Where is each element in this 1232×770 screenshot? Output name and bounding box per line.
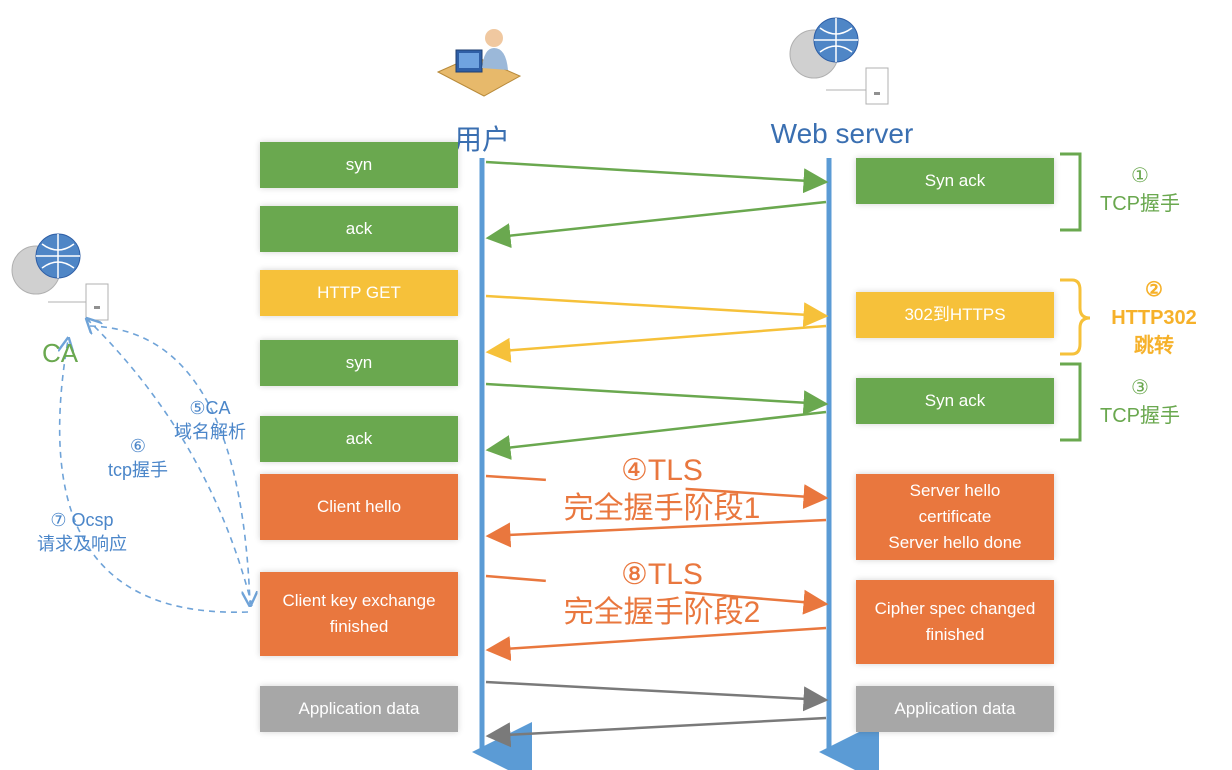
server-box-cipher-spec: Cipher spec changed finished [856,580,1054,664]
arrow-synack-2 [485,410,827,460]
server-box-302: 302到HTTPS [856,292,1054,338]
client-box-syn-1: syn [260,142,458,188]
ca-server-icon [11,233,109,321]
arrow-302 [485,324,827,363]
client-box-app-data: Application data [260,686,458,732]
bracket-tcp-2 [1060,362,1082,442]
phase-4-label: ④TLS 完全握手阶段1 [563,454,761,525]
server-label: Web server [770,118,914,149]
ca-label: CA [41,338,79,368]
ca-note-ocsp: ⑦ Ocsp 请求及响应 [37,510,127,554]
phase-8-label: ⑧TLS 完全握手阶段2 [563,558,761,629]
client-box-http-get: HTTP GET [260,270,458,316]
user-computer-icon [436,29,522,97]
server-box-synack-2: Syn ack [856,378,1054,424]
client-box-syn-2: syn [260,340,458,386]
arrow-app-data-in [485,716,827,748]
server-box-synack-1: Syn ack [856,158,1054,204]
client-box-ack-1: ack [260,206,458,252]
phase-2-label: ② HTTP302 跳转 [1111,279,1197,357]
arrow-syn-2 [485,382,829,416]
server-box-server-hello: Server hello certificate Server hello do… [856,474,1054,560]
bracket-tcp-1 [1060,152,1082,232]
arrow-http-get [485,294,829,328]
client-box-key-exchange: Client key exchange finished [260,572,458,656]
client-box-ack-2: ack [260,416,458,462]
ca-note-tcp: ⑥ tcp握手 [107,436,168,480]
phase-1-label: ① TCP握手 [1100,165,1180,215]
server-box-app-data: Application data [856,686,1054,732]
bracket-http302 [1060,278,1091,356]
web-server-icon [789,17,889,105]
message-arrows [485,160,829,748]
arrow-syn-1 [485,160,829,194]
arrow-app-data-out [485,680,829,712]
client-box-client-hello: Client hello [260,474,458,540]
phase-3-label: ③ TCP握手 [1100,377,1180,427]
arrow-synack-1 [485,200,827,249]
tls-handshake-diagram: 用户 Web server CA syn ack HTTP GET syn ac… [0,0,1232,770]
